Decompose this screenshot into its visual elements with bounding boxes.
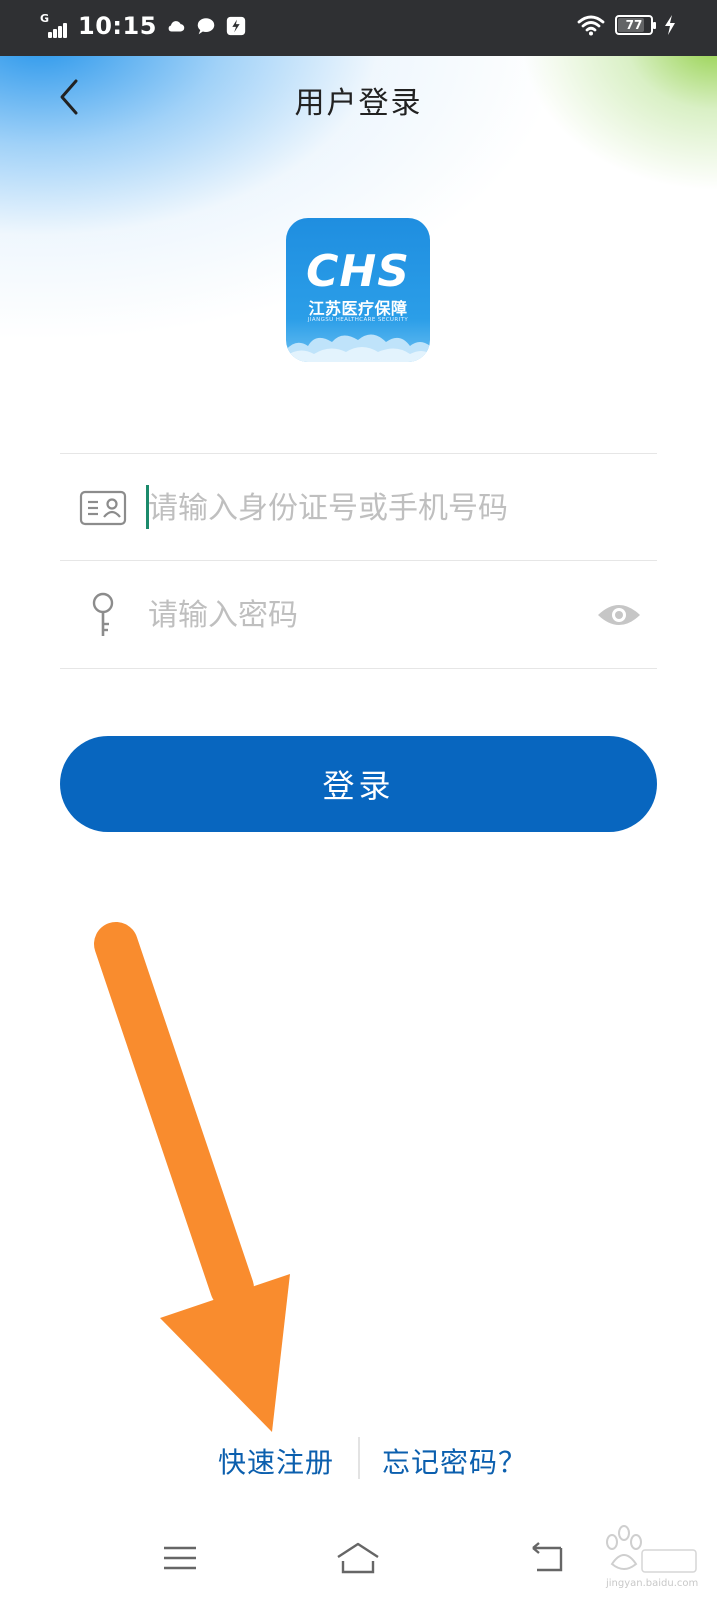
password-input[interactable] <box>148 592 568 638</box>
status-right: 77 <box>577 14 677 36</box>
battery-icon: 77 <box>615 15 656 35</box>
signal-icon: G <box>40 12 70 38</box>
menu-button[interactable] <box>155 1538 205 1578</box>
cloud-icon <box>168 21 185 32</box>
network-type: G <box>40 12 50 25</box>
login-button[interactable]: 登录 <box>60 736 657 832</box>
charging-icon <box>665 15 675 35</box>
home-icon <box>337 1542 379 1574</box>
logo-english-name: JIANGSU HEALTHCARE SECURITY <box>307 317 409 323</box>
back-nav-button[interactable] <box>522 1538 572 1578</box>
status-left: G 10:15 <box>40 12 247 40</box>
status-bar: G 10:15 77 <box>0 0 717 56</box>
wifi-icon <box>577 15 605 36</box>
divider-middle <box>60 560 657 561</box>
password-visibility-toggle[interactable] <box>595 598 643 632</box>
flash-app-icon <box>226 16 246 36</box>
bottom-links: 快速注册 忘记密码？ <box>0 1437 717 1487</box>
divider-bottom <box>60 668 657 669</box>
status-time: 10:15 <box>78 12 157 40</box>
battery-level: 77 <box>625 18 643 32</box>
password-field-row <box>60 562 657 668</box>
logo-mark: CHS <box>306 246 410 297</box>
eye-icon <box>598 605 640 625</box>
message-icon <box>197 18 215 35</box>
back-nav-icon <box>532 1542 563 1572</box>
watermark-text: jingyan.baidu.com <box>606 1578 699 1589</box>
home-button[interactable] <box>333 1538 383 1578</box>
link-separator <box>358 1437 360 1479</box>
cloud-decoration-icon <box>286 334 430 362</box>
menu-icon <box>164 1546 196 1570</box>
id-card-icon <box>78 485 128 531</box>
baidu-paw-watermark-icon <box>606 1525 697 1573</box>
key-icon <box>78 592 128 638</box>
quick-register-link[interactable]: 快速注册 <box>218 1441 334 1481</box>
page-title: 用户登录 <box>294 86 423 121</box>
logo-chinese-name: 江苏医疗保障 <box>308 299 408 318</box>
forgot-password-link[interactable]: 忘记密码？ <box>382 1441 527 1481</box>
id-field-row <box>60 455 657 561</box>
divider-top <box>60 453 657 454</box>
id-input[interactable] <box>148 485 568 531</box>
app-logo: CHS 江苏医疗保障 JIANGSU HEALTHCARE SECURITY <box>286 218 430 362</box>
